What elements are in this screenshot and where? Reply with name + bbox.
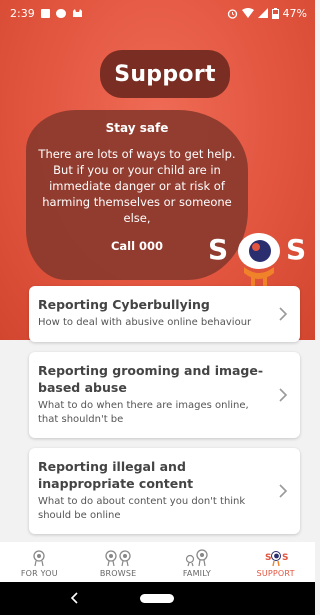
card-reporting-cyberbullying[interactable]: Reporting Cyberbullying How to deal with… bbox=[29, 286, 300, 342]
nav-label: BROWSE bbox=[99, 569, 137, 578]
card-reporting-grooming[interactable]: Reporting grooming and image-based abuse… bbox=[29, 352, 300, 438]
nav-label: FOR YOU bbox=[20, 569, 58, 578]
mascot-eye-icon bbox=[238, 233, 280, 287]
chevron-right-icon bbox=[279, 484, 288, 498]
nav-family[interactable]: FAMILY bbox=[162, 549, 232, 578]
card-description: What to do about content you don't think… bbox=[38, 496, 246, 521]
system-navigation-bar bbox=[0, 582, 315, 615]
nav-browse[interactable]: BROWSE bbox=[83, 549, 153, 578]
page-title-text: Support bbox=[114, 61, 216, 87]
bottom-navigation: FOR YOU BROWSE FAMILY S S SUPPORT bbox=[0, 542, 315, 582]
page-title: Support bbox=[100, 50, 230, 98]
image-notification-icon bbox=[40, 8, 50, 18]
sos-letter-s1: S bbox=[208, 233, 229, 266]
nav-label: SUPPORT bbox=[256, 569, 295, 578]
home-pill-button[interactable] bbox=[140, 594, 174, 603]
wifi-icon bbox=[241, 8, 254, 18]
nav-support[interactable]: S S SUPPORT bbox=[241, 549, 311, 578]
status-bar: 2:39 47% bbox=[0, 0, 315, 26]
status-bar-left: 2:39 bbox=[10, 7, 83, 20]
single-eye-character-icon bbox=[33, 550, 46, 567]
svg-text:S: S bbox=[282, 553, 288, 563]
safety-body: There are lots of ways to get help. But … bbox=[38, 147, 236, 225]
alarm-icon bbox=[227, 8, 237, 19]
chevron-right-icon bbox=[279, 307, 288, 321]
signal-icon bbox=[257, 8, 268, 18]
cat-notification-icon bbox=[72, 9, 82, 17]
sos-mascot-logo: S S bbox=[206, 225, 311, 295]
card-description: What to do when there are images online,… bbox=[38, 400, 249, 425]
support-screen: 2:39 47% Support Stay safe There are lot… bbox=[0, 0, 315, 615]
card-title: Reporting Cyberbullying bbox=[38, 297, 210, 312]
card-reporting-illegal-content[interactable]: Reporting illegal and inappropriate cont… bbox=[29, 448, 300, 534]
nav-for-you[interactable]: FOR YOU bbox=[4, 549, 74, 578]
chat-notification-icon bbox=[55, 8, 66, 18]
status-time: 2:39 bbox=[10, 6, 35, 20]
nav-label: FAMILY bbox=[182, 569, 211, 578]
double-eye-characters-icon bbox=[105, 550, 131, 567]
battery-level: 47% bbox=[282, 6, 307, 20]
svg-text:S: S bbox=[265, 553, 271, 563]
sos-icon: S S bbox=[265, 551, 288, 567]
status-bar-right: 47% bbox=[227, 7, 307, 20]
card-description: How to deal with abusive online behaviou… bbox=[38, 317, 252, 328]
back-icon[interactable] bbox=[70, 592, 80, 604]
sos-letter-s2: S bbox=[286, 233, 307, 266]
chevron-right-icon bbox=[279, 388, 288, 402]
family-characters-icon bbox=[185, 549, 208, 567]
battery-icon bbox=[271, 7, 279, 19]
safety-heading: Stay safe bbox=[105, 121, 169, 135]
card-title: Reporting illegal and inappropriate cont… bbox=[38, 459, 194, 491]
card-title: Reporting grooming and image-based abuse bbox=[38, 363, 264, 395]
